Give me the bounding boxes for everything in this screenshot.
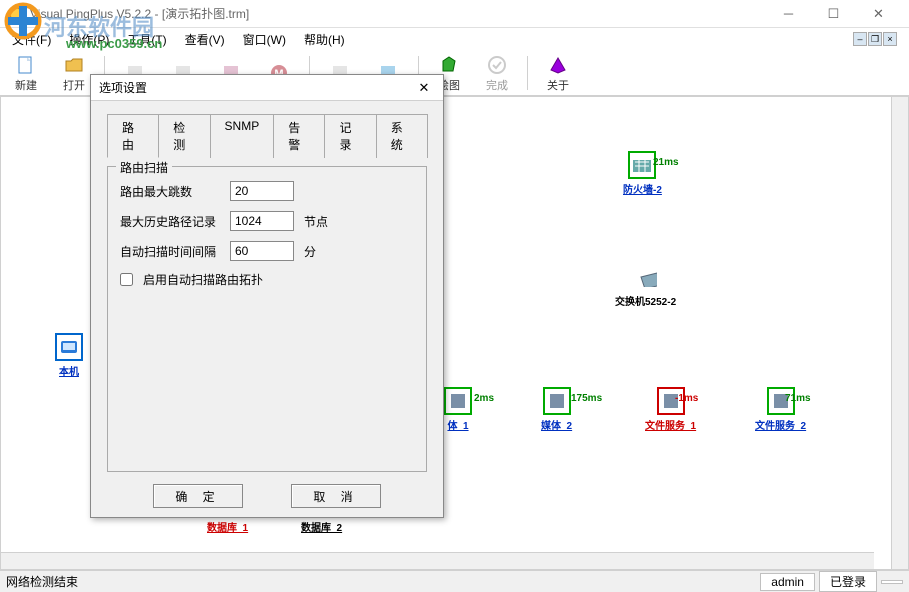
dialog-title: 选项设置 xyxy=(99,79,413,96)
node-firewall[interactable]: 21ms 防火墙-2 xyxy=(623,151,662,196)
tool-new[interactable]: 新建 xyxy=(6,53,46,93)
max-hops-input[interactable] xyxy=(230,181,294,201)
node-db1[interactable]: 数据库_1 xyxy=(207,517,248,534)
mdi-close-button[interactable]: × xyxy=(883,32,897,46)
statusbar: 网络检测结束 admin 已登录 xyxy=(0,570,909,592)
autoscan-label: 启用自动扫描路由拓扑 xyxy=(143,271,263,288)
node-switch[interactable]: 交换机5252-2 xyxy=(615,261,676,308)
mdi-min-button[interactable]: ‒ xyxy=(853,32,867,46)
maximize-button[interactable]: ☐ xyxy=(811,0,856,28)
tab-alarm[interactable]: 告警 xyxy=(273,114,325,158)
interval-label: 自动扫描时间间隔 xyxy=(120,243,220,260)
node-db2[interactable]: 数据库_2 xyxy=(301,517,342,534)
tab-snmp[interactable]: SNMP xyxy=(210,114,275,158)
node-media2[interactable]: 175ms 媒体_2 xyxy=(541,387,572,432)
cancel-button[interactable]: 取 消 xyxy=(291,484,381,508)
node-fileservice2[interactable]: 71ms 文件服务_2 xyxy=(755,387,806,432)
node-local[interactable]: 本机 xyxy=(55,333,83,378)
scrollbar-horizontal[interactable] xyxy=(1,552,874,569)
autoscan-checkbox[interactable] xyxy=(120,273,133,286)
status-login: 已登录 xyxy=(819,571,877,592)
max-hist-input[interactable] xyxy=(230,211,294,231)
hist-unit: 节点 xyxy=(304,213,328,230)
watermark-logo xyxy=(4,2,42,43)
group-legend: 路由扫描 xyxy=(116,159,172,176)
interval-input[interactable] xyxy=(230,241,294,261)
menu-help[interactable]: 帮助(H) xyxy=(296,29,353,50)
max-hops-label: 路由最大跳数 xyxy=(120,183,220,200)
route-scan-group: 路由扫描 路由最大跳数 最大历史路径记录 节点 自动扫描时间间隔 分 启用自动扫… xyxy=(107,166,427,472)
node-fileservice1[interactable]: -1ms 文件服务_1 xyxy=(645,387,696,432)
tab-record[interactable]: 记录 xyxy=(324,114,376,158)
max-hist-label: 最大历史路径记录 xyxy=(120,213,220,230)
menu-window[interactable]: 窗口(W) xyxy=(235,29,294,50)
dialog-titlebar[interactable]: 选项设置 ✕ xyxy=(91,75,443,101)
mdi-controls: ‒ ❐ × xyxy=(845,30,905,48)
tool-done: 完成 xyxy=(477,53,517,93)
close-button[interactable]: ✕ xyxy=(856,0,901,28)
interval-unit: 分 xyxy=(304,243,316,260)
tab-detect[interactable]: 检测 xyxy=(158,114,210,158)
ok-button[interactable]: 确 定 xyxy=(153,484,243,508)
options-dialog: 选项设置 ✕ 路由 检测 SNMP 告警 记录 系统 路由扫描 路由最大跳数 最… xyxy=(90,74,444,518)
node-media1[interactable]: 2ms 体_1 xyxy=(444,387,472,432)
dialog-close-button[interactable]: ✕ xyxy=(413,80,435,96)
tab-system[interactable]: 系统 xyxy=(376,114,428,158)
tool-open[interactable]: 打开 xyxy=(54,53,94,93)
watermark-url: www.pc0359.cn xyxy=(66,36,162,51)
status-user: admin xyxy=(760,573,815,591)
mdi-restore-button[interactable]: ❐ xyxy=(868,32,882,46)
tab-route[interactable]: 路由 xyxy=(107,114,159,158)
minimize-button[interactable]: ─ xyxy=(766,0,811,28)
status-message: 网络检测结束 xyxy=(6,573,78,590)
dialog-tabs: 路由 检测 SNMP 告警 记录 系统 xyxy=(107,113,427,158)
scrollbar-vertical[interactable] xyxy=(891,97,908,569)
tool-about[interactable]: 关于 xyxy=(538,53,578,93)
status-resize-grip[interactable] xyxy=(881,580,903,584)
menu-view[interactable]: 查看(V) xyxy=(177,29,233,50)
